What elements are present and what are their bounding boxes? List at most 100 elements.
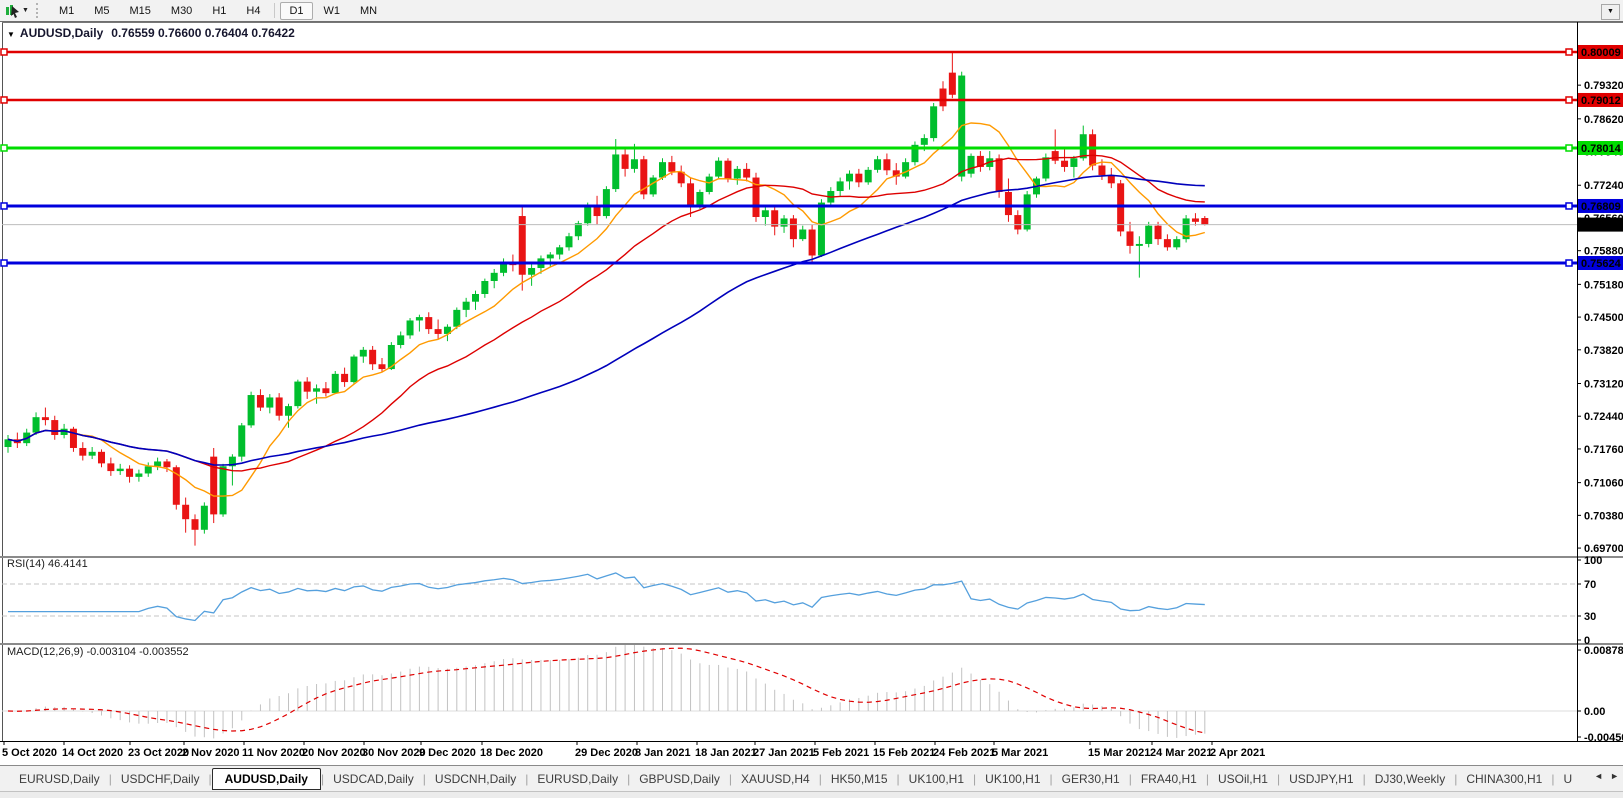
tab-hk50-m15[interactable]: HK50,M15 <box>822 769 897 789</box>
svg-text:0.80009: 0.80009 <box>1581 47 1621 59</box>
mt4-terminal: { "toolbar": { "timeframes": ["M1","M5",… <box>0 0 1623 798</box>
timeframe-button-D1[interactable]: D1 <box>280 1 313 20</box>
price-badge-0.80009: 0.80009 <box>1578 45 1623 59</box>
tab-gbpusd-daily[interactable]: GBPUSD,Daily <box>630 769 729 789</box>
price-badge-0.75624: 0.75624 <box>1578 256 1623 271</box>
tab-uk100-h1[interactable]: UK100,H1 <box>900 769 973 789</box>
candlestick-series <box>4 51 1209 546</box>
tab-ger30-h1[interactable]: GER30,H1 <box>1053 769 1129 789</box>
price-level-line-0.76809[interactable] <box>0 202 1577 210</box>
indicator-line <box>8 572 1205 622</box>
time-tick-label: 15 Mar 2021 <box>1088 747 1150 759</box>
tab-dj30-weekly[interactable]: DJ30,Weekly <box>1366 769 1454 789</box>
price-tick-label: 0.75180 <box>1584 279 1623 291</box>
price-tick-label: 0.74500 <box>1584 312 1623 324</box>
time-tick-label: 23 Oct 2020 <box>128 747 189 759</box>
time-tick-label: 24 Feb 2021 <box>933 747 995 759</box>
macd-tick-label: 0.008785 <box>1584 645 1623 657</box>
price-level-line-0.80009[interactable] <box>0 48 1577 56</box>
price-badge-0.79012: 0.79012 <box>1578 92 1623 107</box>
chart-tab-bar: EURUSD,Daily | USDCHF,Daily | AUDUSD,Daily | U… <box>0 765 1623 798</box>
price-tick-label: 0.72440 <box>1584 411 1623 423</box>
price-level-line-0.75624[interactable] <box>0 259 1577 267</box>
svg-text:0.78014: 0.78014 <box>1581 143 1622 155</box>
price-tick-label: 0.78620 <box>1584 114 1623 126</box>
svg-text:0.76422: 0.76422 <box>1581 220 1621 232</box>
chart-canvas[interactable]: 0.793200.786200.779400.772400.765600.758… <box>0 20 1623 765</box>
time-tick-label: 27 Jan 2021 <box>753 747 815 759</box>
price-tick-label: 0.79320 <box>1584 80 1623 92</box>
tabstrip-bottom <box>0 791 1623 798</box>
panel-separator[interactable] <box>0 556 1623 558</box>
tab-china300-h1[interactable]: CHINA300,H1 <box>1457 769 1551 789</box>
price-tick-label: 0.75880 <box>1584 246 1623 258</box>
timeframe-button-M1[interactable]: M1 <box>50 2 83 20</box>
time-tick-label: 11 Nov 2020 <box>242 747 305 759</box>
timeframe-button-H4[interactable]: H4 <box>237 2 269 20</box>
price-tick-label: 0.77240 <box>1584 180 1623 192</box>
tab-usdcad-daily[interactable]: USDCAD,Daily <box>324 769 423 789</box>
timeframe-toolbar: M1 M5 M15 M30 H1 H4 D1 W1 MN <box>49 1 387 20</box>
time-tick-label: 9 Dec 2020 <box>419 747 476 759</box>
toolbar-grip[interactable] <box>35 3 43 18</box>
chevron-down-icon[interactable]: ▼ <box>22 7 29 14</box>
price-tick-label: 0.71060 <box>1584 478 1623 490</box>
chart-ohlc-values: 0.76559 0.76600 0.76404 0.76422 <box>111 26 295 40</box>
tab-eurusd-daily[interactable]: EURUSD,Daily <box>10 769 109 789</box>
chart-title: ▼ AUDUSD,Daily 0.76559 0.76600 0.76404 0.7… <box>7 26 295 40</box>
macd-tick-label: 0.00 <box>1584 706 1605 718</box>
svg-text:0.75624: 0.75624 <box>1581 258 1622 270</box>
time-tick-label: 5 Feb 2021 <box>813 747 869 759</box>
price-tick-label: 0.70380 <box>1584 510 1623 522</box>
panel-separator[interactable] <box>0 643 1623 645</box>
timeframe-button-MN[interactable]: MN <box>351 2 386 20</box>
tab-scroll-arrows: ◄ ► <box>1586 771 1619 781</box>
tab-uk100-h1[interactable]: UK100,H1 <box>976 769 1049 789</box>
time-tick-label: 8 Jan 2021 <box>635 747 691 759</box>
toolbar: ▼ M1 M5 M15 M30 H1 H4 D1 W1 MN <box>0 0 1623 22</box>
chart-symbol-label: AUDUSD,Daily <box>19 26 104 40</box>
rsi-tick-label: 100 <box>1584 555 1602 567</box>
rsi-tick-label: 30 <box>1584 611 1596 623</box>
time-tick-label: 15 Feb 2021 <box>873 747 935 759</box>
time-tick-label: 14 Oct 2020 <box>62 747 123 759</box>
tab-usoil-h1[interactable]: USOil,H1 <box>1209 769 1277 789</box>
tab-usdchf-daily[interactable]: USDCHF,Daily <box>112 769 209 789</box>
price-tick-label: 0.73120 <box>1584 378 1623 390</box>
tab-usdjpy-h1[interactable]: USDJPY,H1 <box>1280 769 1362 789</box>
tab-fra40-h1[interactable]: FRA40,H1 <box>1132 769 1206 789</box>
time-tick-label: 29 Dec 2020 <box>575 747 638 759</box>
tab-scroll-right-icon[interactable]: ► <box>1610 771 1619 781</box>
time-tick-label: 5 Mar 2021 <box>992 747 1048 759</box>
time-tick-label: 2 Nov 2020 <box>182 747 239 759</box>
tab-u[interactable]: U <box>1554 769 1581 789</box>
timeframe-button-M5[interactable]: M5 <box>85 2 118 20</box>
price-tick-label: 0.73820 <box>1584 345 1623 357</box>
chart-cursor-icon[interactable] <box>4 3 20 18</box>
tab-usdcnh-daily[interactable]: USDCNH,Daily <box>426 769 525 789</box>
price-badge-0.76809: 0.76809 <box>1578 198 1623 213</box>
time-tick-label: 18 Dec 2020 <box>480 747 543 759</box>
tab-eurusd-daily[interactable]: EURUSD,Daily <box>528 769 627 789</box>
macd-indicator-label: MACD(12,26,9) -0.003104 -0.003552 <box>7 646 189 658</box>
chart-collapse-icon[interactable]: ▼ <box>7 30 15 39</box>
timeframe-button-M30[interactable]: M30 <box>162 2 201 20</box>
timeframe-button-W1[interactable]: W1 <box>315 2 350 20</box>
price-badge-0.76422: 0.76422 <box>1578 217 1623 232</box>
timeframe-button-H1[interactable]: H1 <box>203 2 235 20</box>
time-tick-label: 5 Oct 2020 <box>2 747 57 759</box>
rsi-tick-label: 70 <box>1584 579 1596 591</box>
price-level-line-0.79012[interactable] <box>0 96 1577 104</box>
price-tick-label: 0.69700 <box>1584 543 1623 555</box>
time-tick-label: 24 Mar 2021 <box>1150 747 1212 759</box>
price-level-line-0.78014[interactable] <box>0 144 1577 152</box>
tab-xauusd-h4[interactable]: XAUUSD,H4 <box>732 769 819 789</box>
tab-scroll-left-icon[interactable]: ◄ <box>1594 771 1603 781</box>
tab-audusd-daily[interactable]: AUDUSD,Daily <box>211 767 321 790</box>
chart-tabs: EURUSD,Daily | USDCHF,Daily | AUDUSD,Daily | U… <box>0 766 1623 791</box>
price-badge-0.78014: 0.78014 <box>1578 140 1623 155</box>
svg-text:0.76809: 0.76809 <box>1581 201 1621 213</box>
toolbar-overflow-button[interactable]: ▼ <box>1601 4 1620 20</box>
time-tick-label: 30 Nov 2020 <box>362 747 426 759</box>
timeframe-button-M15[interactable]: M15 <box>121 2 160 20</box>
